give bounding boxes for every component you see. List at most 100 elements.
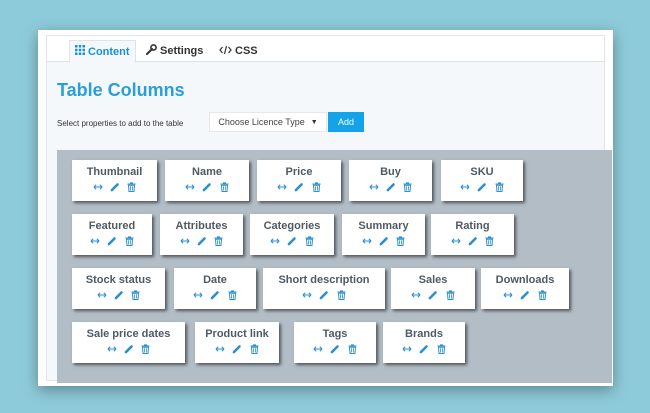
edit-icon[interactable] bbox=[124, 344, 134, 354]
tab-settings[interactable]: Settings bbox=[141, 40, 208, 62]
delete-icon[interactable] bbox=[347, 344, 357, 354]
edit-icon[interactable] bbox=[210, 290, 220, 300]
delete-icon[interactable] bbox=[219, 182, 229, 192]
card-actions bbox=[195, 343, 279, 355]
delete-icon[interactable] bbox=[336, 290, 346, 300]
delete-icon[interactable] bbox=[485, 236, 495, 246]
edit-icon[interactable] bbox=[287, 236, 297, 246]
move-icon[interactable] bbox=[277, 182, 287, 192]
edit-icon[interactable] bbox=[520, 290, 530, 300]
licence-type-select[interactable]: Choose Licence Type ▼ bbox=[209, 112, 327, 132]
column-card[interactable]: SKU bbox=[441, 160, 523, 201]
settings-panel: Content Settings CSS Table Columns Selec… bbox=[46, 35, 612, 383]
column-card[interactable]: Thumbnail bbox=[72, 160, 157, 201]
delete-icon[interactable] bbox=[436, 344, 446, 354]
card-actions bbox=[72, 289, 165, 301]
delete-icon[interactable] bbox=[396, 236, 406, 246]
delete-icon[interactable] bbox=[131, 290, 141, 300]
column-card[interactable]: Name bbox=[165, 160, 249, 201]
card-actions bbox=[263, 289, 385, 301]
column-card[interactable]: Downloads bbox=[481, 268, 569, 309]
column-label: Product link bbox=[205, 328, 269, 340]
move-icon[interactable] bbox=[460, 182, 470, 192]
column-card[interactable]: Stock status bbox=[72, 268, 165, 309]
edit-icon[interactable] bbox=[110, 182, 120, 192]
move-icon[interactable] bbox=[402, 344, 412, 354]
column-card[interactable]: Categories bbox=[250, 214, 334, 255]
edit-icon[interactable] bbox=[386, 182, 396, 192]
column-card[interactable]: Rating bbox=[431, 214, 514, 255]
move-icon[interactable] bbox=[90, 236, 100, 246]
edit-icon[interactable] bbox=[419, 344, 429, 354]
tab-css[interactable]: CSS bbox=[214, 40, 263, 62]
edit-icon[interactable] bbox=[114, 290, 124, 300]
move-icon[interactable] bbox=[313, 344, 323, 354]
move-icon[interactable] bbox=[185, 182, 195, 192]
column-card[interactable]: Date bbox=[174, 268, 256, 309]
delete-icon[interactable] bbox=[227, 290, 237, 300]
move-icon[interactable] bbox=[369, 182, 379, 192]
move-icon[interactable] bbox=[93, 182, 103, 192]
move-icon[interactable] bbox=[107, 344, 117, 354]
column-card[interactable]: Sale price dates bbox=[72, 322, 185, 363]
move-icon[interactable] bbox=[362, 236, 372, 246]
move-icon[interactable] bbox=[97, 290, 107, 300]
move-icon[interactable] bbox=[180, 236, 190, 246]
edit-icon[interactable] bbox=[428, 290, 438, 300]
tab-content[interactable]: Content bbox=[69, 40, 136, 63]
delete-icon[interactable] bbox=[311, 182, 321, 192]
delete-icon[interactable] bbox=[214, 236, 224, 246]
column-card[interactable]: Attributes bbox=[160, 214, 243, 255]
column-label: Featured bbox=[88, 220, 136, 232]
move-icon[interactable] bbox=[411, 290, 421, 300]
card-actions bbox=[383, 343, 465, 355]
column-label: Date bbox=[203, 274, 227, 286]
edit-icon[interactable] bbox=[477, 182, 487, 192]
column-card[interactable]: Short description bbox=[263, 268, 385, 309]
wrench-icon bbox=[146, 44, 157, 58]
card-actions bbox=[257, 181, 341, 193]
column-card[interactable]: Brands bbox=[383, 322, 465, 363]
edit-icon[interactable] bbox=[468, 236, 478, 246]
column-card[interactable]: Product link bbox=[195, 322, 279, 363]
column-card[interactable]: Summary bbox=[342, 214, 425, 255]
edit-icon[interactable] bbox=[232, 344, 242, 354]
delete-icon[interactable] bbox=[537, 290, 547, 300]
move-icon[interactable] bbox=[451, 236, 461, 246]
delete-icon[interactable] bbox=[124, 236, 134, 246]
column-card[interactable]: Tags bbox=[294, 322, 376, 363]
column-label: Attributes bbox=[175, 220, 228, 232]
delete-icon[interactable] bbox=[494, 182, 504, 192]
column-label: Sale price dates bbox=[86, 328, 171, 340]
delete-icon[interactable] bbox=[141, 344, 151, 354]
move-icon[interactable] bbox=[193, 290, 203, 300]
delete-icon[interactable] bbox=[403, 182, 413, 192]
edit-icon[interactable] bbox=[294, 182, 304, 192]
column-card[interactable]: Sales bbox=[391, 268, 475, 309]
edit-icon[interactable] bbox=[379, 236, 389, 246]
card-actions bbox=[342, 235, 425, 247]
delete-icon[interactable] bbox=[445, 290, 455, 300]
move-icon[interactable] bbox=[302, 290, 312, 300]
edit-icon[interactable] bbox=[202, 182, 212, 192]
edit-icon[interactable] bbox=[330, 344, 340, 354]
move-icon[interactable] bbox=[270, 236, 280, 246]
card-actions bbox=[391, 289, 475, 301]
edit-icon[interactable] bbox=[107, 236, 117, 246]
column-card[interactable]: Featured bbox=[72, 214, 152, 255]
move-icon[interactable] bbox=[503, 290, 513, 300]
tab-bar: Content Settings CSS bbox=[47, 36, 604, 63]
edit-icon[interactable] bbox=[197, 236, 207, 246]
column-label: Name bbox=[192, 166, 222, 178]
column-card[interactable]: Price bbox=[257, 160, 341, 201]
delete-icon[interactable] bbox=[304, 236, 314, 246]
delete-icon[interactable] bbox=[249, 344, 259, 354]
edit-icon[interactable] bbox=[319, 290, 329, 300]
settings-window: Content Settings CSS Table Columns Selec… bbox=[38, 30, 613, 386]
delete-icon[interactable] bbox=[127, 182, 137, 192]
add-button[interactable]: Add bbox=[328, 112, 364, 132]
card-actions bbox=[441, 181, 523, 193]
card-actions bbox=[481, 289, 569, 301]
column-card[interactable]: Buy bbox=[349, 160, 432, 201]
move-icon[interactable] bbox=[215, 344, 225, 354]
